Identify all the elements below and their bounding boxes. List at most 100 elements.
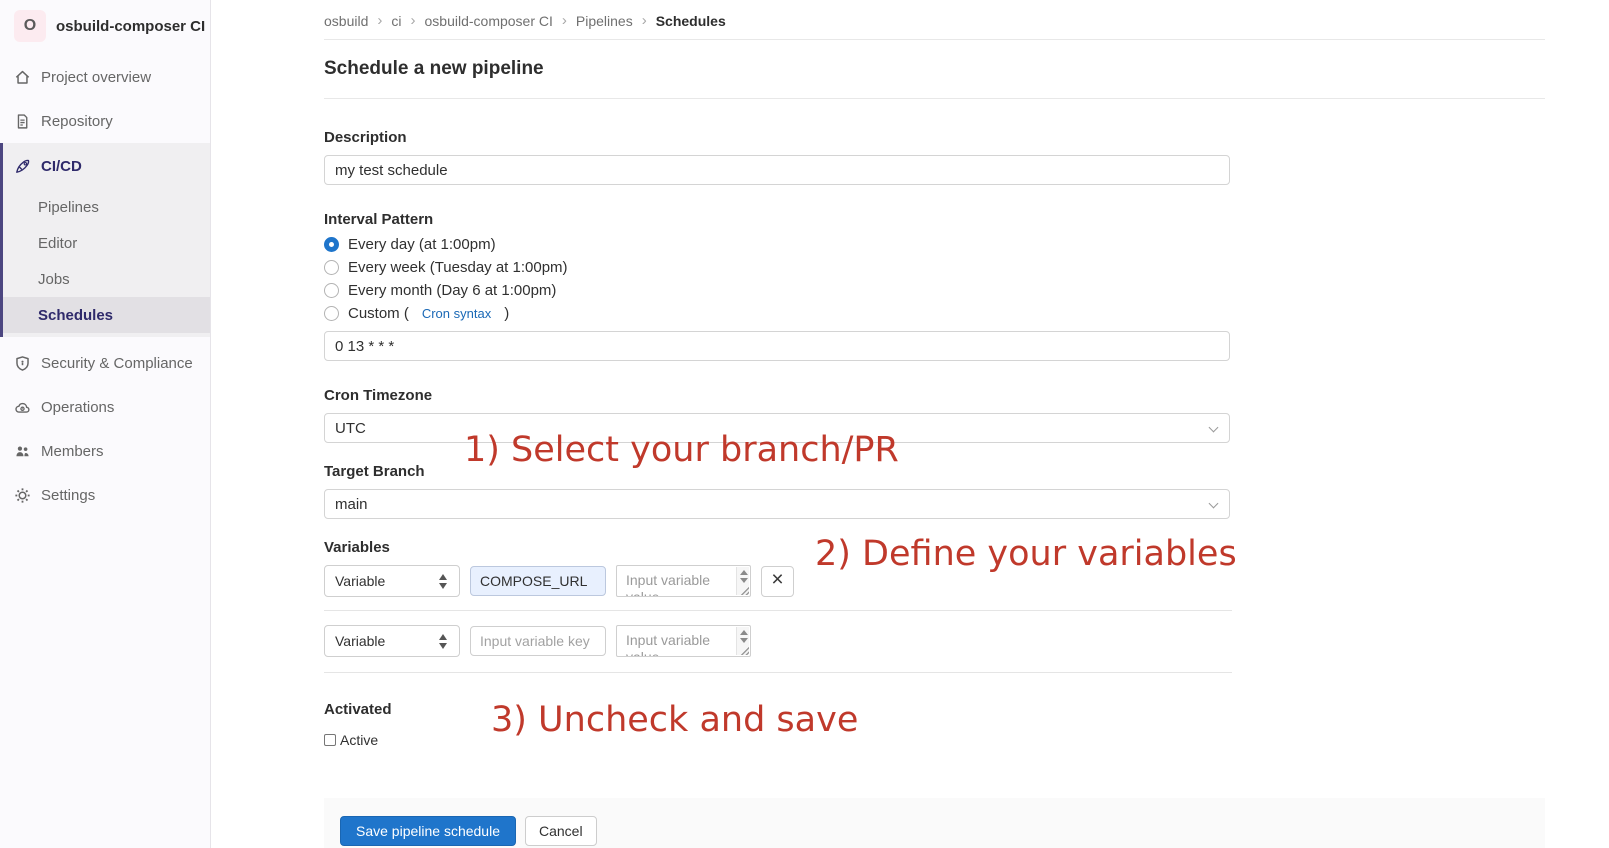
cron-pattern-input[interactable] [324, 331, 1230, 361]
avatar-letter: O [24, 17, 36, 35]
sidebar-item-label: CI/CD [41, 158, 82, 175]
breadcrumb-osbuild[interactable]: osbuild [324, 13, 368, 29]
radio-monthly[interactable] [324, 283, 339, 298]
sidebar-item-operations[interactable]: Operations [0, 385, 210, 429]
save-pipeline-schedule-button[interactable]: Save pipeline schedule [340, 816, 516, 846]
cron-timezone-label: Cron Timezone [324, 387, 1230, 405]
breadcrumb-schedules: Schedules [656, 13, 726, 29]
cloud-gear-icon [14, 399, 31, 416]
sidebar-item-security-compliance[interactable]: Security & Compliance [0, 341, 210, 385]
radio-custom[interactable] [324, 306, 339, 321]
home-icon [14, 69, 31, 86]
variable-value-textarea-1[interactable]: Input variable value [616, 565, 751, 597]
subitem-label: Editor [38, 235, 77, 252]
interval-option-weekly: Every week (Tuesday at 1:00pm) [324, 256, 1230, 279]
sidebar-item-label: Security & Compliance [41, 355, 193, 372]
sidebar-item-members[interactable]: Members [0, 429, 210, 473]
chevron-down-icon [1209, 424, 1217, 432]
sidebar-subitem-editor[interactable]: Editor [3, 225, 210, 261]
interval-pattern-label: Interval Pattern [324, 211, 1230, 229]
radio-weekly-label: Every week (Tuesday at 1:00pm) [348, 259, 568, 276]
sidebar-subitem-pipelines[interactable]: Pipelines [3, 189, 210, 225]
sidebar-item-label: Project overview [41, 69, 151, 86]
remove-variable-button[interactable]: × [761, 566, 794, 597]
breadcrumb: osbuild › ci › osbuild-composer CI › Pip… [324, 0, 1545, 40]
cron-timezone-value: UTC [335, 420, 366, 437]
chevron-right-icon: › [411, 12, 416, 29]
page-title: Schedule a new pipeline [324, 57, 1545, 81]
document-icon [14, 113, 31, 130]
variable-row-1: Variable Input variable value × [324, 565, 1230, 597]
radio-monthly-label: Every month (Day 6 at 1:00pm) [348, 282, 556, 299]
radio-custom-suffix: ) [504, 305, 509, 322]
interval-options: Every day (at 1:00pm) Every week (Tuesda… [324, 233, 1230, 325]
form-footer: Save pipeline schedule Cancel [324, 798, 1545, 848]
radio-weekly[interactable] [324, 260, 339, 275]
breadcrumb-pipelines[interactable]: Pipelines [576, 13, 633, 29]
schedule-form: Description Interval Pattern Every day (… [324, 129, 1230, 748]
variable-type-value: Variable [335, 573, 385, 589]
radio-daily-label: Every day (at 1:00pm) [348, 236, 496, 253]
cron-syntax-link[interactable]: Cron syntax [422, 306, 491, 321]
divider [324, 672, 1232, 673]
variable-type-value: Variable [335, 633, 385, 649]
variable-type-select[interactable]: Variable [324, 625, 460, 657]
breadcrumb-ci[interactable]: ci [391, 13, 401, 29]
description-input[interactable] [324, 155, 1230, 185]
variable-value-textarea-2[interactable]: Input variable value [616, 625, 751, 657]
rocket-icon [14, 158, 31, 175]
radio-custom-label: Custom ( [348, 305, 409, 322]
chevron-right-icon: › [642, 12, 647, 29]
target-branch-value: main [335, 496, 368, 513]
sidebar-item-settings[interactable]: Settings [0, 473, 210, 517]
sidebar-item-project-overview[interactable]: Project overview [0, 55, 210, 99]
project-avatar: O [14, 10, 46, 42]
active-checkbox-row: Active [324, 732, 1230, 748]
activated-label: Activated [324, 701, 1230, 719]
shield-icon [14, 355, 31, 372]
interval-option-daily: Every day (at 1:00pm) [324, 233, 1230, 256]
subitem-label: Schedules [38, 307, 113, 324]
sidebar-subitem-jobs[interactable]: Jobs [3, 261, 210, 297]
variables-label: Variables [324, 539, 1230, 557]
variable-key-input-2[interactable] [470, 626, 606, 656]
interval-option-monthly: Every month (Day 6 at 1:00pm) [324, 279, 1230, 302]
variable-key-input-1[interactable] [470, 566, 606, 596]
target-branch-select[interactable]: main [324, 489, 1230, 519]
description-label: Description [324, 129, 1230, 147]
sidebar-item-label: Members [41, 443, 104, 460]
sidebar-group-cicd: CI/CD Pipelines Editor Jobs Schedules [0, 143, 210, 337]
sidebar-item-repository[interactable]: Repository [0, 99, 210, 143]
chevron-right-icon: › [377, 12, 382, 29]
breadcrumb-project[interactable]: osbuild-composer CI [425, 13, 553, 29]
subitem-label: Pipelines [38, 199, 99, 216]
up-down-arrows-icon [439, 573, 448, 590]
sidebar-item-label: Operations [41, 399, 114, 416]
sidebar-item-label: Repository [41, 113, 113, 130]
gear-icon [14, 487, 31, 504]
sidebar-item-cicd[interactable]: CI/CD [3, 143, 210, 189]
variable-value-placeholder: Input variable value [617, 566, 750, 597]
active-checkbox[interactable] [324, 734, 336, 746]
project-header[interactable]: O osbuild-composer CI [0, 0, 210, 52]
cancel-button[interactable]: Cancel [525, 816, 597, 846]
active-checkbox-label: Active [340, 732, 378, 748]
subitem-label: Jobs [38, 271, 70, 288]
close-icon: × [771, 569, 783, 590]
chevron-right-icon: › [562, 12, 567, 29]
up-down-arrows-icon [439, 633, 448, 650]
main-content: osbuild › ci › osbuild-composer CI › Pip… [212, 0, 1609, 848]
sidebar: O osbuild-composer CI Project overview R… [0, 0, 211, 848]
sidebar-item-label: Settings [41, 487, 95, 504]
people-icon [14, 443, 31, 460]
sidebar-subitem-schedules[interactable]: Schedules [3, 297, 210, 333]
divider [324, 610, 1232, 611]
project-name: osbuild-composer CI [56, 18, 205, 35]
cron-timezone-select[interactable]: UTC [324, 413, 1230, 443]
chevron-down-icon [1209, 500, 1217, 508]
variable-value-placeholder: Input variable value [617, 626, 750, 657]
variable-type-select[interactable]: Variable [324, 565, 460, 597]
interval-option-custom: Custom ( Cron syntax ) [324, 302, 1230, 325]
radio-daily[interactable] [324, 237, 339, 252]
variable-row-2: Variable Input variable value [324, 625, 1230, 657]
